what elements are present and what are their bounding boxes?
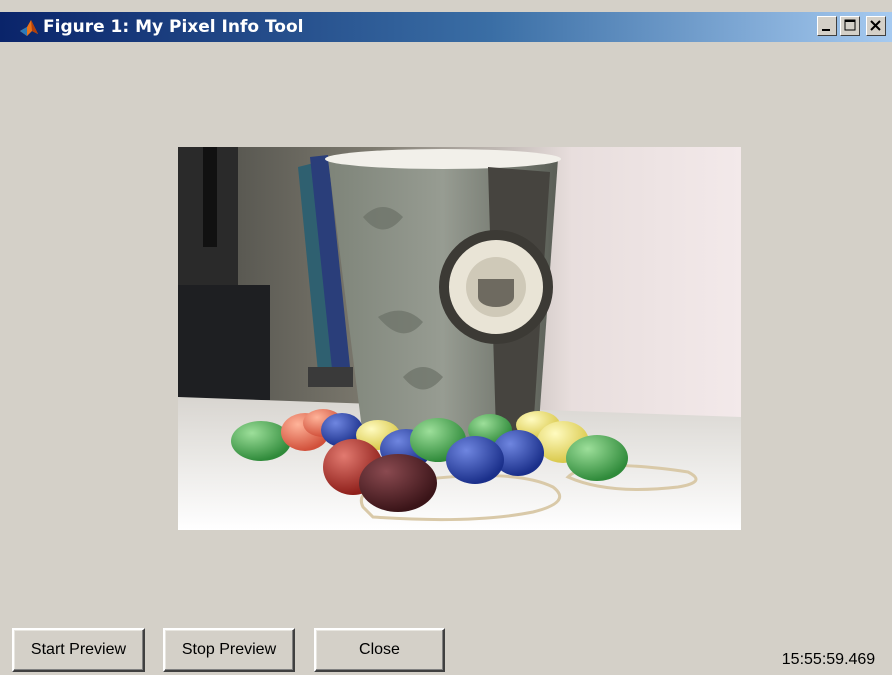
maximize-icon (844, 19, 856, 31)
stop-preview-button[interactable]: Stop Preview (163, 628, 295, 672)
title-bar[interactable]: Figure 1: My Pixel Info Tool (0, 12, 892, 42)
minimize-button[interactable] (817, 16, 837, 36)
timestamp-label: 15:55:59.469 (765, 645, 892, 675)
preview-image-graphic (178, 147, 741, 530)
preview-image (178, 147, 741, 530)
close-window-button[interactable] (866, 16, 886, 36)
close-button[interactable]: Close (314, 628, 445, 672)
close-icon (870, 20, 881, 31)
start-preview-button[interactable]: Start Preview (12, 628, 145, 672)
maximize-button[interactable] (840, 16, 860, 36)
matlab-logo-icon (20, 20, 38, 36)
minimize-icon (822, 29, 830, 31)
figure-window: Figure 1: My Pixel Info Tool Start Previ… (0, 0, 892, 675)
window-title: Figure 1: My Pixel Info Tool (43, 17, 304, 37)
